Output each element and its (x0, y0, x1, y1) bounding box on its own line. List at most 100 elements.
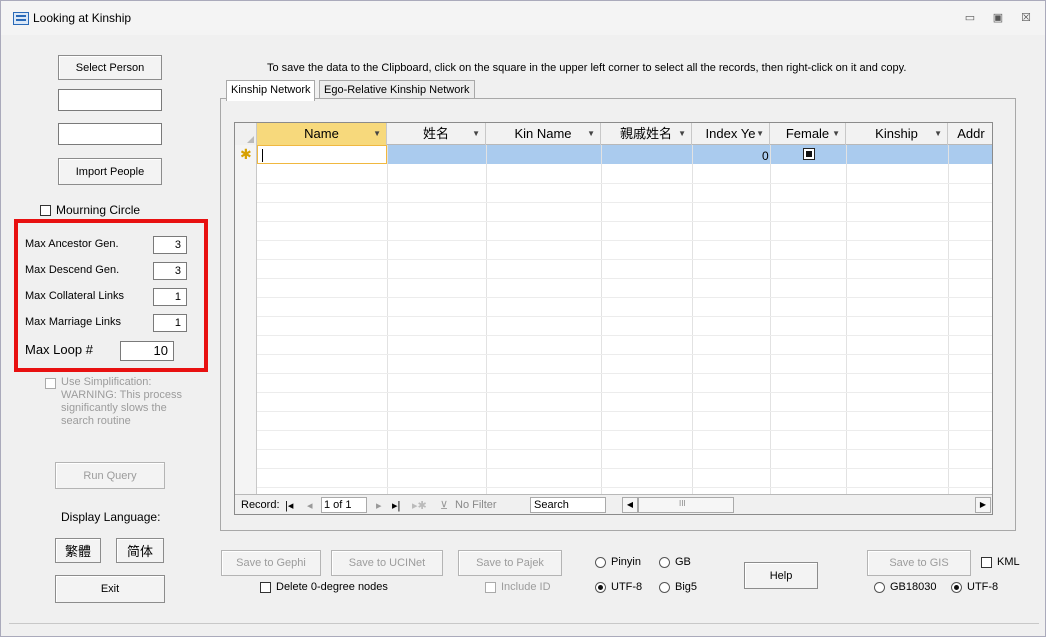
gis-utf8-label: UTF-8 (967, 581, 999, 593)
search-input[interactable]: Search (530, 497, 606, 513)
filter-icon: ⊻ (440, 500, 449, 512)
traditional-chinese-button[interactable]: 繁體 (55, 538, 101, 563)
column-header-xingming[interactable]: 姓名 ▼ (387, 123, 486, 145)
grid-row-line (257, 373, 992, 374)
grid-row-line (257, 259, 992, 260)
delete-zero-degree-label: Delete 0-degree nodes (276, 581, 388, 593)
mourning-circle-label: Mourning Circle (56, 203, 141, 217)
save-to-gis-button[interactable]: Save to GIS (867, 550, 971, 576)
maximize-icon[interactable]: ▣ (989, 11, 1007, 25)
kml-label: KML (997, 556, 1020, 568)
gis-utf8-radio[interactable] (951, 582, 962, 593)
grid-row-line (257, 430, 992, 431)
simplified-chinese-button[interactable]: 简体 (116, 538, 164, 563)
index-year-cell[interactable]: 0 (762, 149, 769, 163)
column-header-kinship[interactable]: Kinship ▼ (846, 123, 948, 145)
grid-row-line (257, 468, 992, 469)
dropdown-icon[interactable]: ▼ (678, 123, 686, 145)
column-label: Female (785, 126, 830, 141)
include-id-label: Include ID (501, 581, 551, 593)
grid-row-line (257, 240, 992, 241)
new-record-nav-icon[interactable]: ▸✱ (412, 499, 427, 512)
gb18030-label: GB18030 (890, 581, 937, 593)
column-label: 姓名 (422, 126, 449, 141)
dropdown-icon[interactable]: ▼ (373, 123, 381, 145)
use-simplification-label: Use Simplification: (61, 376, 152, 388)
new-record-row[interactable] (257, 145, 992, 164)
select-person-button[interactable]: Select Person (58, 55, 162, 80)
no-filter-label[interactable]: No Filter (455, 499, 497, 511)
dropdown-icon[interactable]: ▼ (472, 123, 480, 145)
scroll-thumb-grip[interactable]: III (679, 499, 686, 508)
exit-button[interactable]: Exit (55, 575, 165, 603)
dropdown-icon[interactable]: ▼ (587, 123, 595, 145)
column-label: Index Ye (705, 126, 756, 141)
close-icon[interactable]: ☒ (1017, 11, 1035, 25)
help-button[interactable]: Help (744, 562, 818, 589)
prev-record-icon[interactable]: ◂ (307, 499, 313, 512)
column-header-kin-xingming[interactable]: 親戚姓名 ▼ (601, 123, 692, 145)
form-icon (13, 12, 29, 25)
dropdown-icon[interactable]: ▼ (756, 123, 764, 145)
next-record-icon[interactable]: ▸ (376, 499, 382, 512)
new-record-icon: ✱ (240, 146, 252, 162)
dropdown-icon[interactable]: ▼ (832, 123, 840, 145)
record-label: Record: (241, 499, 280, 511)
save-to-pajek-button[interactable]: Save to Pajek (458, 550, 562, 576)
current-record-field[interactable]: 1 of 1 (321, 497, 367, 513)
title-bar: Looking at Kinship ▭ ▣ ☒ (1, 1, 1045, 35)
big5-label: Big5 (675, 581, 698, 593)
utf8-radio[interactable] (595, 582, 606, 593)
column-divider (692, 145, 693, 494)
mourning-circle-checkbox[interactable] (40, 205, 51, 216)
grid-row-line (257, 316, 992, 317)
person-id-field[interactable] (58, 123, 162, 145)
big5-radio[interactable] (659, 582, 670, 593)
window-title: Looking at Kinship (33, 11, 132, 25)
column-divider (770, 145, 771, 494)
grid-row-line (257, 202, 992, 203)
warning-text-3: search routine (61, 415, 131, 427)
instruction-text: To save the data to the Clipboard, click… (267, 62, 907, 74)
pinyin-radio[interactable] (595, 557, 606, 568)
delete-zero-degree-checkbox[interactable] (260, 582, 271, 593)
save-to-gephi-button[interactable]: Save to Gephi (221, 550, 321, 576)
include-id-checkbox[interactable] (485, 582, 496, 593)
import-people-button[interactable]: Import People (58, 158, 162, 185)
grid-row-line (257, 297, 992, 298)
use-simplification-checkbox[interactable] (45, 378, 56, 389)
grid-row-line (257, 487, 992, 488)
grid-row-line (257, 221, 992, 222)
grid-row-line (257, 392, 992, 393)
column-header-index-year[interactable]: Index Ye ▼ (692, 123, 770, 145)
minimize-icon[interactable]: ▭ (961, 11, 979, 25)
column-label: Kin Name (514, 126, 572, 141)
last-record-icon[interactable]: ▸| (392, 499, 400, 512)
kml-checkbox[interactable] (981, 557, 992, 568)
name-cell[interactable] (257, 145, 387, 164)
column-header-name[interactable]: Name ▼ (257, 123, 387, 145)
row-selector-column (235, 145, 257, 494)
select-all-square[interactable] (235, 123, 257, 145)
column-header-female[interactable]: Female ▼ (770, 123, 846, 145)
female-checkbox[interactable] (803, 148, 815, 160)
scroll-right-icon[interactable]: ▶ (975, 497, 991, 513)
save-to-ucinet-button[interactable]: Save to UCINet (331, 550, 443, 576)
dropdown-icon[interactable]: ▼ (934, 123, 942, 145)
record-navigation-bar: Record: |◂ ◂ 1 of 1 ▸ ▸| ▸✱ ⊻ No Filter … (235, 494, 992, 514)
person-name-field[interactable] (58, 89, 162, 111)
gb-radio[interactable] (659, 557, 670, 568)
status-bar (9, 623, 1039, 635)
horizontal-scrollbar[interactable]: III (638, 497, 734, 513)
grid-row-line (257, 449, 992, 450)
first-record-icon[interactable]: |◂ (285, 499, 293, 512)
column-divider (948, 145, 949, 494)
tab-kinship-network[interactable]: Kinship Network (226, 80, 316, 101)
warning-text-2: significantly slows the (61, 402, 167, 414)
tab-ego-relative-kinship-network[interactable]: Ego-Relative Kinship Network (319, 80, 475, 99)
gb18030-radio[interactable] (874, 582, 885, 593)
column-header-kin-name[interactable]: Kin Name ▼ (486, 123, 601, 145)
run-query-button[interactable]: Run Query (55, 462, 165, 489)
scroll-left-icon[interactable]: ◀ (622, 497, 638, 513)
column-header-addr[interactable]: Addr (948, 123, 992, 145)
